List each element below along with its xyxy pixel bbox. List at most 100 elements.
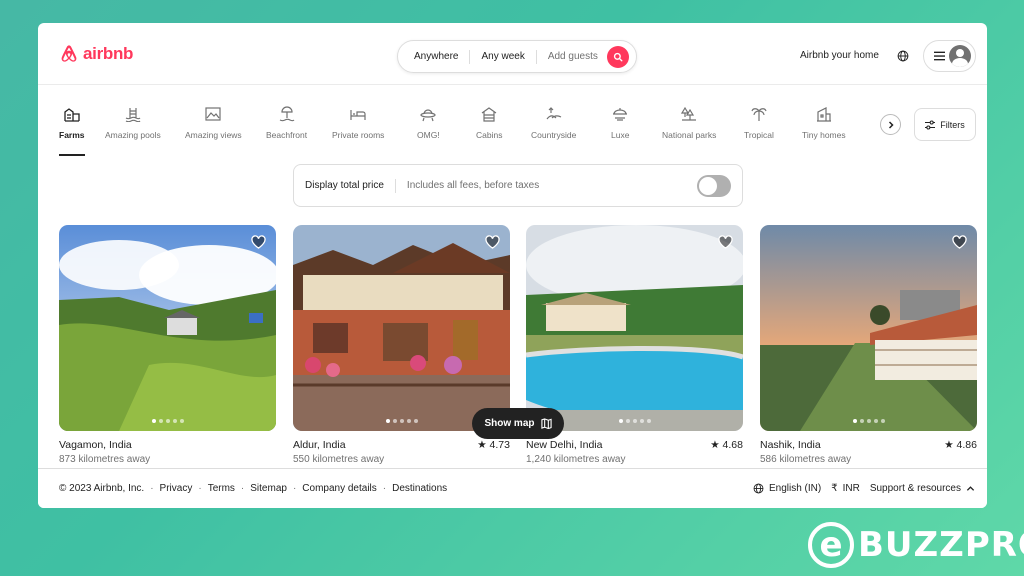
listing-card[interactable]: Vagamon, India 873 kilometres away [59, 225, 276, 465]
category-label: Tropical [744, 130, 774, 140]
category-label: Tiny homes [802, 130, 846, 140]
category-farms[interactable]: Farms [59, 105, 85, 156]
buzzpro-watermark: e BUZZPRO [808, 522, 1024, 568]
category-label: Private rooms [332, 130, 385, 140]
display-total-price-panel: Display total price Includes all fees, b… [293, 164, 743, 207]
user-menu-button[interactable] [923, 40, 976, 72]
search-bar[interactable]: Anywhere Any week Add guests [397, 40, 637, 73]
category-amazing-views[interactable]: Amazing views [185, 105, 242, 140]
search-add-guests-button[interactable]: Add guests [537, 50, 605, 64]
category-bar: Farms Amazing pools Amazing views Beachf… [38, 105, 987, 156]
listing-photo[interactable] [293, 225, 510, 431]
park-icon [680, 105, 698, 123]
category-private-rooms[interactable]: Private rooms [332, 105, 384, 140]
price-toggle-subtitle: Includes all fees, before taxes [406, 180, 540, 191]
category-national-parks[interactable]: National parks [662, 105, 716, 140]
category-tropical[interactable]: Tropical [744, 105, 774, 140]
palm-icon [750, 105, 768, 123]
photo-carousel-dots [151, 419, 184, 423]
favorite-heart-icon[interactable] [251, 235, 266, 254]
footer-link-destinations[interactable]: Destinations [392, 483, 447, 494]
price-toggle-title: Display total price [305, 178, 396, 193]
watermark-text: BUZZPRO [858, 525, 1024, 565]
category-tiny-homes[interactable]: Tiny homes [802, 105, 846, 140]
listing-distance: 550 kilometres away [293, 454, 385, 465]
currency-label: INR [842, 483, 860, 494]
show-map-label: Show map [484, 418, 535, 429]
pool-icon [124, 105, 142, 123]
language-selector[interactable]: English (IN) [753, 483, 821, 494]
category-label: Amazing pools [105, 130, 161, 140]
category-label: Farms [59, 130, 85, 140]
copyright-text: © 2023 Airbnb, Inc. [59, 483, 145, 494]
category-luxe[interactable]: Luxe [611, 105, 629, 140]
favorite-heart-icon[interactable] [952, 235, 967, 254]
category-label: Beachfront [266, 130, 308, 140]
airbnb-logo[interactable]: airbnb [59, 43, 133, 64]
currency-selector[interactable]: ₹ INR [831, 483, 860, 494]
footer: © 2023 Airbnb, Inc. · Privacy · Terms · … [38, 468, 987, 508]
listing-photo[interactable] [760, 225, 977, 431]
category-countryside[interactable]: Countryside [531, 105, 576, 140]
luxe-icon [611, 105, 629, 123]
avatar-icon [949, 45, 971, 67]
listing-rating: ★ 4.86 [944, 439, 977, 451]
chevron-right-icon [888, 120, 894, 129]
views-icon [204, 105, 222, 123]
listing-distance: 873 kilometres away [59, 454, 151, 465]
rupee-icon: ₹ [831, 483, 838, 494]
search-anywhere-button[interactable]: Anywhere [398, 49, 471, 64]
support-label: Support & resources [869, 483, 961, 494]
filters-button[interactable]: Filters [914, 108, 976, 141]
category-label: Amazing views [185, 130, 242, 140]
beach-icon [278, 105, 296, 123]
globe-icon [753, 483, 764, 494]
support-resources-button[interactable]: Support & resources [870, 483, 975, 494]
ufo-icon [419, 105, 437, 123]
filters-label: Filters [940, 119, 965, 130]
airbnb-logo-icon [61, 45, 77, 62]
watermark-e-logo: e [808, 522, 854, 568]
category-label: Cabins [476, 130, 503, 140]
listing-location: Vagamon, India [59, 439, 132, 451]
listing-rating: ★ 4.73 [477, 439, 510, 451]
show-map-button[interactable]: Show map [472, 408, 564, 439]
search-icon [613, 52, 623, 61]
favorite-heart-icon[interactable] [485, 235, 500, 254]
footer-link-company-details[interactable]: Company details [302, 483, 376, 494]
search-submit-button[interactable] [606, 45, 629, 68]
cabin-icon [480, 105, 498, 123]
category-beachfront[interactable]: Beachfront [266, 105, 307, 140]
search-any-week-button[interactable]: Any week [470, 49, 537, 64]
category-omg[interactable]: OMG! [417, 105, 440, 140]
hamburger-menu-icon [934, 51, 945, 61]
countryside-icon [545, 105, 563, 123]
photo-carousel-dots [385, 419, 418, 423]
tiny-home-icon [815, 105, 833, 123]
listing-photo[interactable] [59, 225, 276, 431]
total-price-toggle[interactable] [697, 174, 731, 197]
photo-carousel-dots [618, 419, 651, 423]
listing-distance: 1,240 kilometres away [526, 454, 626, 465]
footer-link-terms[interactable]: Terms [208, 483, 235, 494]
listing-rating: ★ 4.68 [710, 439, 743, 451]
airbnb-your-home-link[interactable]: Airbnb your home [800, 50, 879, 61]
top-header: airbnb Anywhere Any week Add guests Airb… [38, 23, 987, 85]
category-label: OMG! [417, 130, 440, 140]
footer-link-sitemap[interactable]: Sitemap [250, 483, 287, 494]
language-globe-button[interactable] [897, 49, 909, 67]
category-amazing-pools[interactable]: Amazing pools [105, 105, 161, 140]
listing-card[interactable]: Nashik, India 586 kilometres away ★ 4.86 [760, 225, 977, 465]
categories-next-button[interactable] [880, 114, 901, 135]
chevron-up-icon [966, 486, 975, 491]
photo-carousel-dots [852, 419, 885, 423]
favorite-heart-icon[interactable] [718, 235, 733, 254]
farm-icon [63, 105, 81, 123]
listing-distance: 586 kilometres away [760, 454, 852, 465]
logo-text: airbnb [83, 43, 134, 63]
footer-link-privacy[interactable]: Privacy [160, 483, 193, 494]
category-cabins[interactable]: Cabins [476, 105, 502, 140]
globe-icon [897, 50, 909, 62]
language-label: English (IN) [768, 483, 822, 494]
listing-photo[interactable] [526, 225, 743, 431]
